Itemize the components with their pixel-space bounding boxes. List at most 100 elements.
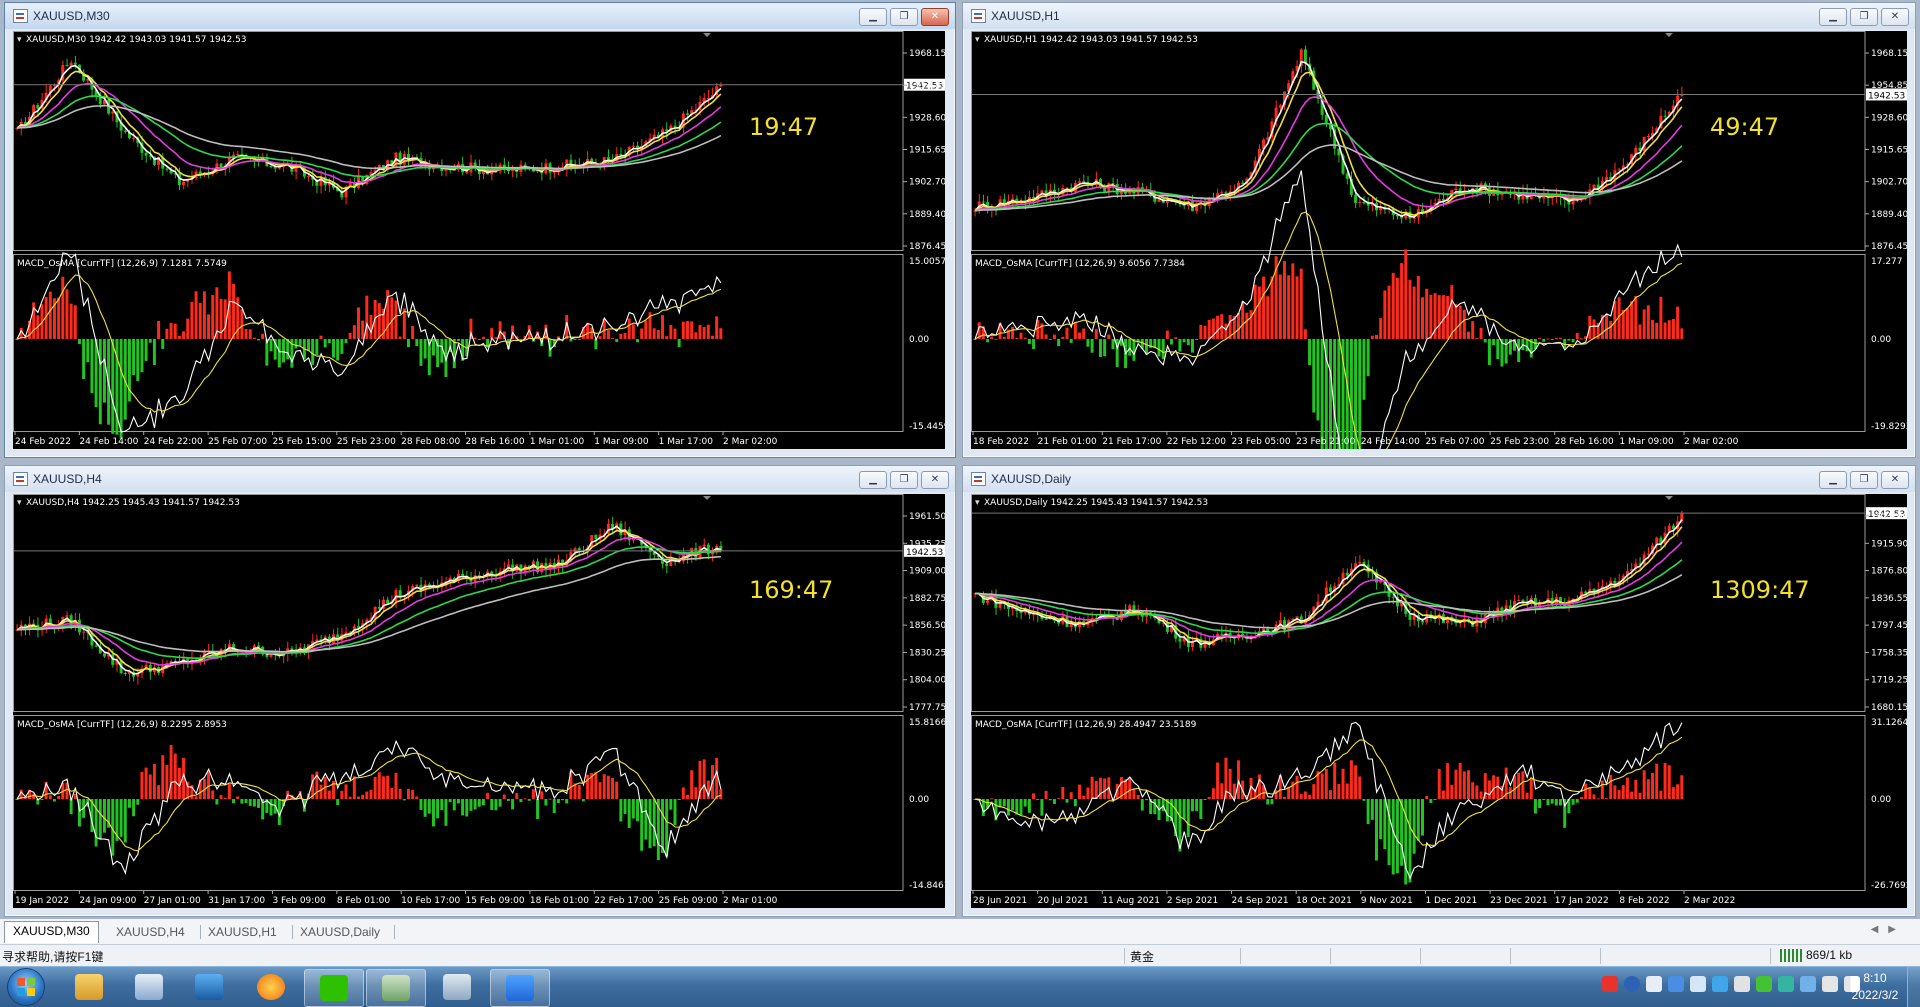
macd-bar [1446,295,1450,339]
price-tick-label: 1876.80 [1871,567,1907,577]
price-tick-label: 1968.15 [909,49,945,59]
close-button[interactable]: ✕ [1881,8,1909,26]
time-axis-label: 8 Feb 01:00 [337,896,391,906]
macd-bar [398,788,402,799]
macd-bar [1245,312,1249,339]
candle-countdown: 169:47 [749,576,833,604]
taskbar-app-monitor[interactable] [180,969,238,1005]
tab-xauusd-h1[interactable]: XAUUSD,H1 [200,923,285,942]
volume-icon[interactable] [1734,976,1750,992]
macd-bar [1157,338,1161,357]
macd-signal-line [974,211,1683,449]
chart-window-daily[interactable]: XAUUSD,Daily ▁ ❐ ✕ 1942.53 1955.00 1915.90… [962,465,1916,917]
macd-bar [1199,799,1203,820]
time-axis-label: 11 Aug 2021 [1102,896,1160,906]
minimize-button[interactable]: ▁ [1819,8,1847,26]
maximize-button[interactable]: ❐ [890,471,918,489]
candle-body [465,172,469,174]
close-button[interactable]: ✕ [921,8,949,26]
app-tray-icon[interactable] [1800,976,1816,992]
minimize-button[interactable]: ▁ [859,8,887,26]
time-axis-label: 21 Feb 01:00 [1038,437,1097,447]
network-share-icon[interactable] [1668,976,1684,992]
macd-bar [690,321,694,339]
candle-body [386,599,390,604]
show-desktop-button[interactable] [1907,967,1920,1007]
taskbar-app-wechat[interactable] [304,969,364,1007]
taskbar-app-browser[interactable] [242,969,300,1005]
mute-icon[interactable] [1822,976,1838,992]
window-titlebar[interactable]: XAUUSD,M30 ▁ ❐ ✕ [5,3,955,29]
macd-bar [377,772,381,799]
macd-bar [177,335,181,339]
window-titlebar[interactable]: XAUUSD,Daily ▁ ❐ ✕ [963,466,1915,492]
minimize-button[interactable]: ▁ [1819,471,1847,489]
minimize-button[interactable]: ▁ [859,471,887,489]
taskbar-clock[interactable]: 8:10 2022/3/2 [1840,970,1910,1004]
chart-area[interactable]: 1942.53 1968.15 1954.85 1928.60 1915.65 1902.… [13,31,945,449]
macd-bar [481,336,485,339]
macd-bar [1433,799,1437,800]
chart-window-h1[interactable]: XAUUSD,H1 ▁ ❐ ✕ 1942.53 1968.15 1954.85 192… [962,2,1916,458]
dropdown-arrow-icon: ▾ [17,35,22,45]
chart-window-h4[interactable]: XAUUSD,H4 ▁ ❐ ✕ 1942.53 1961.50 1935.25 190… [4,465,956,917]
macd-bar [1006,799,1010,816]
maximize-button[interactable]: ❐ [1850,471,1878,489]
shield-icon[interactable] [1690,976,1706,992]
tab-xauusd-m30[interactable]: XAUUSD,M30 [4,921,99,943]
window-titlebar[interactable]: XAUUSD,H4 ▁ ❐ ✕ [5,466,955,492]
chart-window-m30[interactable]: XAUUSD,M30 ▁ ❐ ✕ 1942.53 1968.15 1954.85 19… [4,2,956,458]
macd-bar [1002,799,1006,807]
wechat-tray-icon[interactable] [1756,976,1772,992]
maximize-button[interactable]: ❐ [890,8,918,26]
candle-body [1358,561,1362,564]
candle-body [986,600,990,603]
chart-area[interactable]: 1942.53 1955.00 1915.90 1876.80 1836.55 1797.… [971,494,1907,908]
maximize-button[interactable]: ❐ [1850,8,1878,26]
taskbar-app-2[interactable] [120,969,178,1005]
macd-bar [1412,286,1416,339]
tab-xauusd-daily[interactable]: XAUUSD,Daily [292,923,388,942]
mic-icon[interactable] [1646,976,1662,992]
macd-bar [652,328,656,339]
macd-bar [1019,799,1023,816]
macd-bar [1278,274,1282,339]
tab-xauusd-h4[interactable]: XAUUSD,H4 [108,923,193,942]
sogou-input-icon[interactable] [1602,976,1618,992]
macd-bar [1567,338,1571,341]
macd-bar [1605,798,1609,800]
price-tick-label: 1902.70 [909,178,945,188]
macd-bar [186,318,190,339]
macd-bar [1387,285,1391,339]
start-button[interactable] [8,969,44,1005]
status-divider [1240,948,1241,964]
macd-bar [1680,775,1684,799]
close-button[interactable]: ✕ [1881,471,1909,489]
close-button[interactable]: ✕ [921,471,949,489]
macd-bar [1190,338,1194,353]
window-titlebar[interactable]: XAUUSD,H1 ▁ ❐ ✕ [963,3,1915,29]
macd-bar [23,338,27,340]
help-icon[interactable] [1624,976,1640,992]
macd-bar [1299,794,1303,799]
macd-bar [431,799,435,827]
security-icon[interactable] [1712,976,1728,992]
taskbar-app-metatrader[interactable] [366,969,426,1007]
taskbar-app-explorer[interactable] [60,969,118,1005]
macd-bar [198,302,202,339]
macd-bar [144,338,148,361]
macd-bar [1069,338,1073,343]
taskbar-app-notes[interactable] [428,969,486,1005]
chat-tray-icon[interactable] [1778,976,1794,992]
ma-yellow-line [974,71,1683,217]
chart-area[interactable]: 1942.53 1961.50 1935.25 1909.00 1882.75 1856.… [13,494,945,908]
macd-bar [665,336,669,339]
macd-indicator-label: MACD_OsMA [CurrTF] (12,26,9) 28.4947 23.… [975,720,1197,730]
taskbar-app-feishu[interactable] [490,969,550,1007]
chart-area[interactable]: 1942.53 1968.15 1954.85 1928.60 1915.65 1902.… [971,31,1907,449]
ma-yellow-line [975,526,1683,644]
candle-body [1391,596,1395,598]
chart-window-icon [13,9,28,23]
tab-scroll-arrows-icon[interactable]: ◀▶ [1871,924,1906,935]
status-divider [1420,948,1421,964]
